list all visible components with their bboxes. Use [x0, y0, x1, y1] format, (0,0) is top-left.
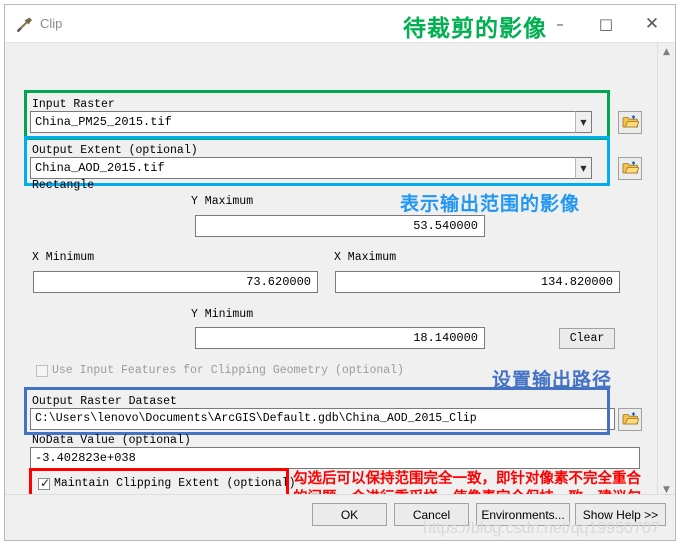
maintain-clipping-extent-label: Maintain Clipping Extent (optional)	[54, 477, 296, 490]
output-raster-dataset-input[interactable]: C:\Users\lenovo\Documents\ArcGIS\Default…	[30, 408, 615, 430]
y-maximum-input[interactable]: 53.540000	[195, 215, 485, 237]
dialog-footer: OK Cancel Environments... Show Help >> h…	[5, 494, 675, 540]
title-bar: Clip 待裁剪的影像 – □ ✕	[5, 5, 675, 43]
maximize-button[interactable]: □	[583, 5, 629, 42]
close-button[interactable]: ✕	[629, 5, 675, 42]
clip-dialog-window: Clip 待裁剪的影像 – □ ✕ Input Raster China_PM2…	[4, 4, 676, 541]
checkbox-box[interactable]: ✓	[38, 475, 51, 490]
ok-button[interactable]: OK	[312, 503, 387, 526]
scrollbar-track[interactable]	[658, 60, 675, 481]
output-extent-browse-button[interactable]	[618, 157, 642, 180]
checkbox-box	[36, 364, 48, 377]
output-raster-dataset-label: Output Raster Dataset	[32, 395, 177, 408]
annotation-output-extent-image: 表示输出范围的影像	[400, 193, 581, 215]
form-scroll-area: Input Raster China_PM25_2015.tif ▼ Outpu…	[5, 43, 645, 498]
x-minimum-input[interactable]: 73.620000	[33, 271, 318, 293]
maintain-clipping-extent-checkbox[interactable]: ✓ Maintain Clipping Extent (optional)	[38, 477, 296, 490]
watermark: https://blog.csdn.net/qq19950707	[423, 520, 660, 537]
hammer-icon	[15, 14, 35, 34]
x-minimum-label: X Minimum	[32, 251, 95, 264]
check-icon: ✓	[40, 475, 51, 490]
output-extent-input[interactable]: China_AOD_2015.tif	[30, 157, 592, 179]
chevron-down-icon[interactable]: ▼	[575, 157, 592, 179]
window-controls: – □ ✕	[537, 5, 675, 42]
y-minimum-input[interactable]: 18.140000	[195, 327, 485, 349]
input-raster-label: Input Raster	[32, 98, 115, 111]
output-extent-label: Output Extent (optional)	[32, 144, 198, 157]
input-raster-browse-button[interactable]	[618, 111, 642, 134]
dialog-body: Input Raster China_PM25_2015.tif ▼ Outpu…	[5, 43, 675, 498]
use-input-features-checkbox: Use Input Features for Clipping Geometry…	[36, 364, 404, 377]
use-input-features-label: Use Input Features for Clipping Geometry…	[52, 364, 404, 377]
annotation-input-image: 待裁剪的影像	[403, 16, 547, 42]
nodata-value-label: NoData Value (optional)	[32, 434, 191, 447]
window-title: Clip	[40, 16, 63, 31]
rectangle-label: Rectangle	[32, 179, 95, 192]
minimize-button[interactable]: –	[537, 5, 583, 42]
y-minimum-label: Y Minimum	[191, 308, 254, 321]
x-maximum-input[interactable]: 134.820000	[335, 271, 620, 293]
input-raster-input[interactable]: China_PM25_2015.tif	[30, 111, 592, 133]
y-maximum-label: Y Maximum	[191, 195, 254, 208]
nodata-value-input[interactable]: -3.402823e+038	[30, 447, 640, 469]
clear-button[interactable]: Clear	[559, 328, 615, 349]
form-scrollbar[interactable]: ▲ ▼	[657, 43, 675, 498]
scroll-up-icon[interactable]: ▲	[658, 43, 675, 60]
x-maximum-label: X Maximum	[334, 251, 397, 264]
output-raster-dataset-browse-button[interactable]	[618, 408, 642, 431]
annotation-set-output-path: 设置输出路径	[492, 369, 613, 391]
chevron-down-icon[interactable]: ▼	[575, 111, 592, 133]
